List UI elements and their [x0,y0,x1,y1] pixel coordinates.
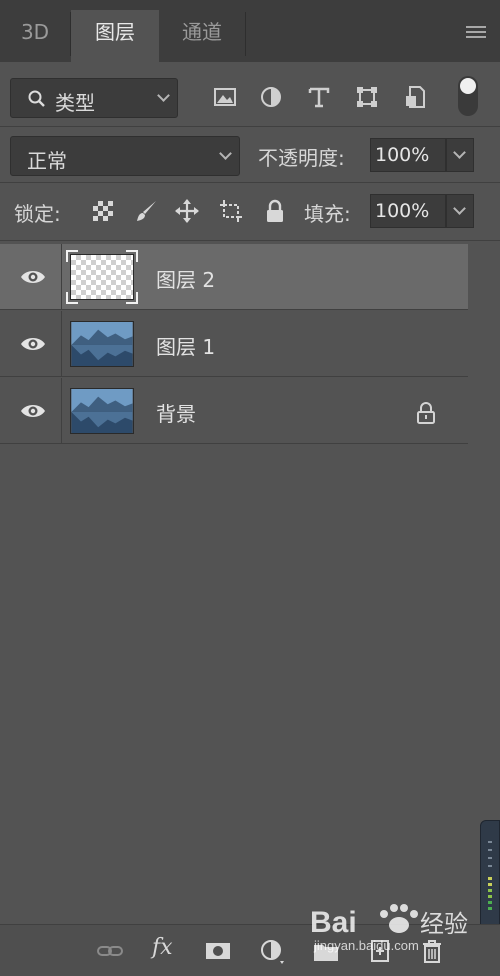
lock-label: 锁定: [14,202,61,226]
filter-kind-label: 类型 [55,91,95,115]
layer-thumbnail-landscape [70,321,134,367]
chevron-down-icon [453,202,466,215]
layer-thumbnail [70,254,134,300]
new-adjustment-layer-icon[interactable] [258,937,286,965]
fill-label: 填充: [304,202,351,226]
watermark-brand: Bai [310,906,357,939]
filter-toggle-switch[interactable] [458,76,478,116]
layer-filter-row: 类型 [0,70,500,126]
visibility-toggle[interactable] [0,378,62,444]
panel-menu-icon[interactable] [466,26,486,40]
watermark-suffix: 经验 [420,910,468,938]
meter-icon [488,841,492,910]
search-icon [28,90,45,107]
eye-icon [21,271,45,283]
link-layers-icon[interactable] [96,937,124,965]
tab-3d[interactable]: 3D [0,10,70,62]
lock-position-icon[interactable] [174,198,200,224]
blend-opacity-row: 正常 不透明度: 100% [0,128,500,182]
paw-icon [380,904,418,933]
lock-all-icon[interactable] [262,198,288,224]
opacity-label: 不透明度: [258,146,345,170]
fill-input[interactable]: 100% [370,194,446,228]
lock-icon [417,402,435,424]
divider [0,126,500,127]
watermark-url: jingyan.baidu.com [314,938,419,953]
eye-icon [21,338,45,350]
blend-mode-select[interactable]: 正常 [10,136,240,176]
opacity-input[interactable]: 100% [370,138,446,172]
add-mask-icon[interactable] [204,937,232,965]
chevron-down-icon [157,89,170,102]
fill-dropdown-button[interactable] [446,194,474,228]
image-filter-icon[interactable] [212,84,238,110]
layer-thumbnail-landscape [70,388,134,434]
opacity-dropdown-button[interactable] [446,138,474,172]
lock-artboard-icon[interactable] [218,198,244,224]
panel-tab-bar: 3D 图层 通道 [0,0,500,62]
layer-row[interactable]: 图层 2 [0,244,468,310]
visibility-toggle[interactable] [0,311,62,377]
toggle-knob [460,78,476,94]
blend-mode-value: 正常 [27,149,67,173]
selection-corner [66,250,78,262]
tab-channels[interactable]: 通道 [159,10,245,62]
layer-name[interactable]: 背景 [156,398,196,427]
divider [0,182,500,183]
layer-row[interactable]: 图层 1 [0,311,468,377]
visibility-toggle[interactable] [0,244,62,310]
selection-corner [126,250,138,262]
fx-icon[interactable]: fx [152,935,173,960]
lock-image-pixels-icon[interactable] [134,198,160,224]
chevron-down-icon [453,146,466,159]
layer-row[interactable]: 背景 [0,378,468,444]
layer-name[interactable]: 图层 2 [156,264,215,293]
divider [0,240,500,241]
tab-layers[interactable]: 图层 [71,10,159,62]
eye-icon [21,405,45,417]
smart-object-filter-icon[interactable] [402,84,428,110]
selection-corner [126,292,138,304]
panel-scroll-handle[interactable] [480,820,500,930]
shape-filter-icon[interactable] [354,84,380,110]
layer-name[interactable]: 图层 1 [156,331,215,360]
filter-kind-select[interactable]: 类型 [10,78,178,118]
chevron-down-icon [219,147,232,160]
adjustment-filter-icon[interactable] [258,84,284,110]
lock-transparent-pixels-icon[interactable] [90,198,116,224]
lock-fill-row: 锁定: 填充: 100% [0,184,500,240]
tab-separator [245,12,246,56]
selection-corner [66,292,78,304]
type-filter-icon[interactable] [306,84,332,110]
